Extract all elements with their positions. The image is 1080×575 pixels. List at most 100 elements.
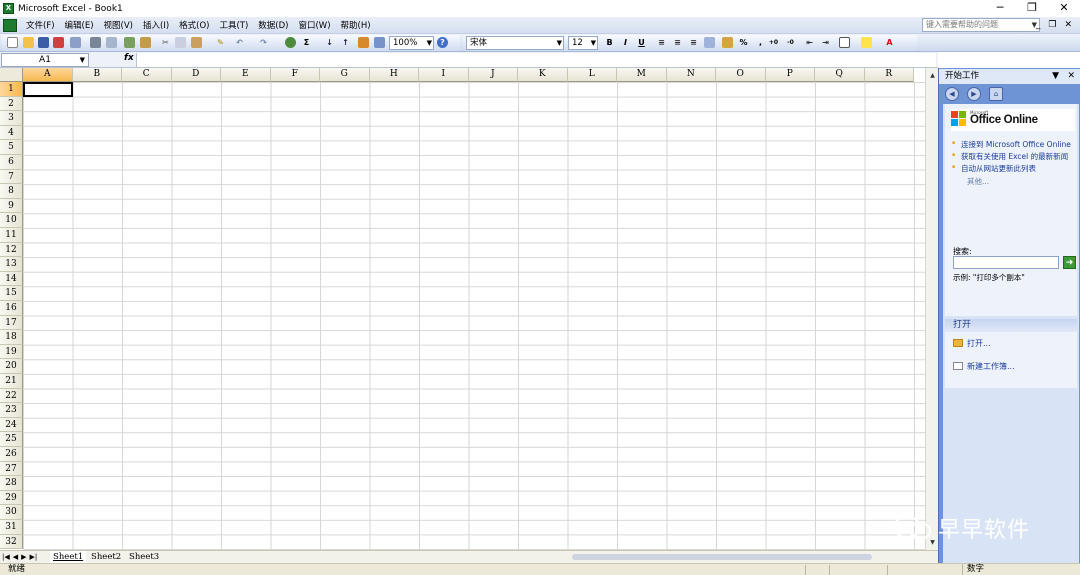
row-header-2[interactable]: 2 (0, 96, 23, 112)
menu-format[interactable]: 格式(O) (174, 19, 214, 31)
save-icon[interactable] (38, 37, 49, 48)
home-icon[interactable]: ⌂ (989, 87, 1003, 101)
row-header-15[interactable]: 15 (0, 286, 23, 301)
fill-color-icon[interactable] (861, 37, 872, 48)
menu-edit[interactable]: 编辑(E) (60, 19, 99, 31)
row-header-21[interactable]: 21 (0, 374, 23, 389)
row-header-22[interactable]: 22 (0, 388, 23, 404)
sort-ascending-icon[interactable]: ↓ (324, 37, 335, 48)
row-header-26[interactable]: 26 (0, 447, 23, 462)
permission-icon[interactable] (53, 37, 64, 48)
row-header-11[interactable]: 11 (0, 228, 23, 243)
menu-insert[interactable]: 插入(I) (138, 19, 174, 31)
active-cell-a1[interactable] (23, 82, 73, 97)
row-header-4[interactable]: 4 (0, 125, 23, 141)
drawing-icon[interactable] (374, 37, 385, 48)
row-header-9[interactable]: 9 (0, 198, 23, 214)
align-right-icon[interactable]: ≡ (688, 37, 699, 48)
row-header-10[interactable]: 10 (0, 213, 23, 228)
link-more[interactable]: 其他... (951, 176, 1077, 187)
menu-file[interactable]: 文件(F) (21, 19, 60, 31)
sheet-tab-sheet3[interactable]: Sheet3 (126, 551, 162, 563)
doc-close-button[interactable]: ✕ (1064, 17, 1072, 33)
sheet-tab-sheet1[interactable]: Sheet1 (50, 551, 87, 563)
row-header-25[interactable]: 25 (0, 432, 23, 447)
decrease-indent-icon[interactable]: ⇤ (804, 37, 815, 48)
sheet-tab-sheet2[interactable]: Sheet2 (88, 551, 124, 563)
column-header-h[interactable]: H (369, 68, 419, 82)
menu-window[interactable]: 窗口(W) (293, 19, 335, 31)
percent-button[interactable]: % (738, 37, 749, 48)
redo-icon[interactable]: ↷ (258, 37, 269, 48)
search-input[interactable] (953, 256, 1059, 269)
underline-button[interactable]: U (636, 37, 647, 48)
new-icon[interactable] (7, 37, 18, 48)
column-header-k[interactable]: K (518, 68, 568, 82)
cell-area[interactable] (23, 82, 925, 550)
formula-input[interactable] (136, 53, 936, 67)
decrease-decimal-icon[interactable]: -0 (785, 37, 796, 48)
print-icon[interactable] (90, 37, 101, 48)
next-sheet-icon[interactable]: ▶ (21, 551, 26, 563)
align-left-icon[interactable]: ≡ (656, 37, 667, 48)
prev-sheet-icon[interactable]: ◀ (13, 551, 18, 563)
increase-decimal-icon[interactable]: +0 (768, 37, 779, 48)
name-box[interactable]: A1 ▼ (1, 53, 89, 67)
column-header-r[interactable]: R (864, 68, 914, 82)
search-go-icon[interactable]: ➜ (1063, 256, 1076, 269)
column-header-e[interactable]: E (221, 68, 271, 82)
borders-icon[interactable] (839, 37, 850, 48)
print-preview-icon[interactable] (106, 37, 117, 48)
row-header-24[interactable]: 24 (0, 417, 23, 433)
menu-view[interactable]: 视图(V) (99, 19, 138, 31)
help-search-input[interactable]: 键入需要帮助的问题 ▼ (922, 18, 1040, 32)
close-button[interactable]: ✕ (1048, 0, 1080, 17)
row-header-32[interactable]: 32 (0, 534, 23, 550)
row-header-18[interactable]: 18 (0, 330, 23, 345)
currency-icon[interactable] (722, 37, 733, 48)
open-folder-icon[interactable] (23, 37, 34, 48)
select-all-corner[interactable] (0, 68, 23, 82)
chart-wizard-icon[interactable] (358, 37, 369, 48)
row-header-29[interactable]: 29 (0, 490, 23, 506)
menu-data[interactable]: 数据(D) (253, 19, 293, 31)
task-pane-close-icon[interactable]: ✕ (1067, 69, 1075, 84)
cut-icon[interactable]: ✂ (160, 37, 171, 48)
merge-center-icon[interactable] (704, 37, 715, 48)
column-header-o[interactable]: O (716, 68, 766, 82)
chevron-down-icon[interactable]: ▼ (80, 54, 85, 66)
row-header-31[interactable]: 31 (0, 520, 23, 535)
menu-help[interactable]: 帮助(H) (336, 19, 376, 31)
row-header-17[interactable]: 17 (0, 315, 23, 331)
undo-icon[interactable]: ↶ (234, 37, 245, 48)
row-header-20[interactable]: 20 (0, 359, 23, 374)
row-header-3[interactable]: 3 (0, 111, 23, 126)
column-header-n[interactable]: N (666, 68, 716, 82)
font-size-select[interactable]: 12 ▼ (568, 36, 598, 50)
font-color-icon[interactable]: A (884, 37, 895, 48)
row-header-16[interactable]: 16 (0, 301, 23, 316)
doc-minimize-button[interactable]: _ (1036, 17, 1041, 33)
first-sheet-icon[interactable]: |◀ (2, 551, 10, 563)
column-header-j[interactable]: J (468, 68, 518, 82)
task-pane-menu-icon[interactable]: ▼ (1052, 69, 1059, 84)
link-latest-news[interactable]: 获取有关使用 Excel 的最新新闻 (951, 152, 1077, 161)
research-icon[interactable] (140, 37, 151, 48)
back-icon[interactable]: ◀ (945, 87, 959, 101)
row-header-1[interactable]: 1 (0, 82, 23, 97)
column-header-f[interactable]: F (270, 68, 320, 82)
autosum-icon[interactable]: Σ (301, 37, 312, 48)
zoom-select[interactable]: 100% ▼ (389, 36, 434, 50)
row-header-6[interactable]: 6 (0, 155, 23, 170)
row-header-7[interactable]: 7 (0, 169, 23, 185)
column-header-i[interactable]: I (419, 68, 469, 82)
row-header-8[interactable]: 8 (0, 184, 23, 199)
help-icon[interactable]: ? (437, 37, 448, 48)
sort-descending-icon[interactable]: ↑ (340, 37, 351, 48)
row-header-12[interactable]: 12 (0, 242, 23, 258)
column-header-d[interactable]: D (171, 68, 221, 82)
horizontal-scroll-thumb[interactable] (572, 554, 872, 560)
horizontal-scrollbar[interactable] (560, 553, 924, 562)
column-header-c[interactable]: C (122, 68, 172, 82)
align-center-icon[interactable]: ≡ (672, 37, 683, 48)
